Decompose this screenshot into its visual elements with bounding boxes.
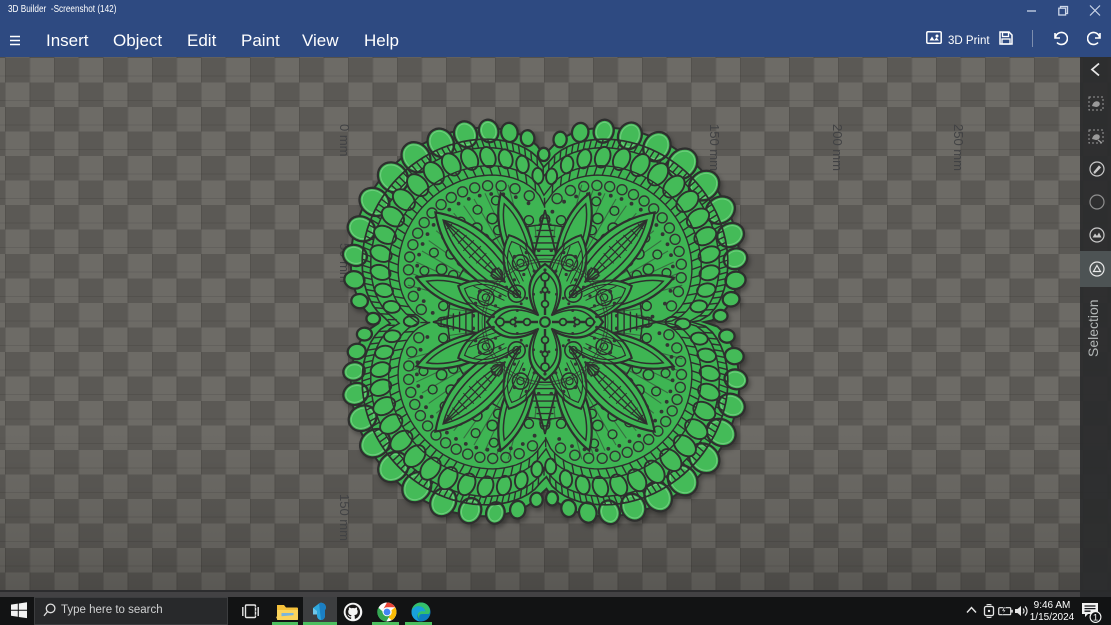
svg-text:1: 1	[1093, 613, 1098, 624]
